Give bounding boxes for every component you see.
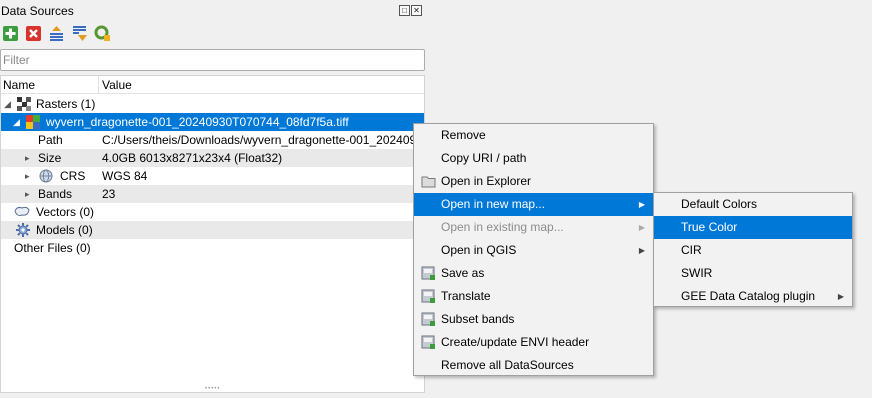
menu-item-remove-all[interactable]: Remove all DataSources [414, 354, 653, 377]
property-label: CRS [60, 169, 86, 183]
menu-item-label: Open in existing map... [441, 220, 564, 234]
menu-item-label: GEE Data Catalog plugin [681, 289, 816, 303]
submenu-item-default-colors[interactable]: Default Colors [654, 193, 852, 216]
menu-item-copy-uri[interactable]: Copy URI / path [414, 147, 653, 170]
submenu-item-true-color[interactable]: True Color [654, 216, 852, 239]
collapsed-arrow-icon[interactable]: ▸ [25, 149, 30, 167]
submenu-arrow-icon: ▶ [837, 292, 844, 301]
tree-item-label: Vectors (0) [36, 205, 95, 219]
menu-item-label: Create/update ENVI header [441, 335, 590, 349]
expanded-arrow-icon[interactable]: ◢ [4, 95, 11, 113]
add-datasource-button[interactable] [2, 25, 19, 42]
column-header-value[interactable]: Value [102, 78, 132, 92]
submenu-item-cir[interactable]: CIR [654, 239, 852, 262]
tree-item-size[interactable]: ▸ Size 4.0GB 6013x8271x23x4 (Float32) [1, 149, 424, 167]
tree-item-models[interactable]: Models (0) [1, 221, 424, 239]
filter-input[interactable] [0, 49, 425, 71]
menu-item-label: Translate [441, 289, 491, 303]
raster-file-icon [26, 115, 40, 129]
property-value: 4.0GB 6013x8271x23x4 (Float32) [102, 151, 283, 165]
menu-item-open-existing-map[interactable]: Open in existing map... ▶ [414, 216, 653, 239]
menu-item-label: Save as [441, 266, 485, 280]
property-label: Bands [38, 187, 73, 201]
menu-item-label: True Color [681, 220, 738, 234]
menu-item-open-explorer[interactable]: Open in Explorer [414, 170, 653, 193]
property-value: C:/Users/theis/Downloads/wyvern_dragonet… [102, 133, 422, 147]
tree-item-label: Other Files (0) [14, 241, 91, 255]
submenu-item-gee-plugin[interactable]: GEE Data Catalog plugin ▶ [654, 285, 852, 308]
panel-title: Data Sources [1, 4, 74, 18]
tree-item-label: wyvern_dragonette-001_20240930T070744_08… [46, 115, 349, 129]
menu-item-label: Open in new map... [441, 197, 546, 211]
menu-item-save-as[interactable]: Save as [414, 262, 653, 285]
panel-title-buttons: □ ✕ [399, 5, 422, 16]
collapsed-arrow-icon[interactable]: ▸ [25, 185, 30, 203]
open-in-new-map-submenu: Default Colors True Color CIR SWIR GEE D… [653, 192, 853, 307]
collapsed-arrow-icon[interactable]: ▸ [25, 167, 30, 185]
raster-header-icon [421, 335, 436, 350]
raster-group-icon [17, 97, 31, 111]
raster-translate-icon [421, 289, 436, 304]
menu-item-label: SWIR [681, 266, 713, 280]
menu-item-label: Default Colors [681, 197, 758, 211]
raster-subset-icon [421, 312, 436, 327]
raster-save-icon [421, 266, 436, 281]
tree-item-bands[interactable]: ▸ Bands 23 [1, 185, 424, 203]
close-panel-icon[interactable]: ✕ [411, 5, 422, 16]
datasource-tree[interactable]: Name Value ◢ Rasters (1) ◢ wyvern_dragon… [0, 75, 425, 393]
tree-item-label: Rasters (1) [36, 97, 96, 111]
menu-item-label: Open in Explorer [441, 174, 532, 188]
toolbar [2, 25, 111, 42]
property-label: Path [38, 133, 63, 147]
menu-item-label: Subset bands [441, 312, 515, 326]
tree-item-path[interactable]: Path C:/Users/theis/Downloads/wyvern_dra… [1, 131, 424, 149]
submenu-item-swir[interactable]: SWIR [654, 262, 852, 285]
menu-item-translate[interactable]: Translate [414, 285, 653, 308]
vector-icon [14, 205, 30, 219]
column-separator [98, 76, 99, 94]
tree-item-label: Models (0) [36, 223, 93, 237]
collapse-tree-button[interactable] [48, 25, 65, 42]
menu-item-label: CIR [681, 243, 702, 257]
data-sources-panel: Data Sources □ ✕ Name Value ◢ [0, 0, 428, 398]
expanded-arrow-icon[interactable]: ◢ [13, 113, 20, 131]
tree-item-crs[interactable]: ▸ CRS WGS 84 [1, 167, 424, 185]
tree-item-raster-file[interactable]: ◢ wyvern_dragonette-001_20240930T070744_… [1, 113, 424, 131]
property-label: Size [38, 151, 62, 165]
tree-item-other-files[interactable]: Other Files (0) [1, 239, 424, 257]
property-value: 23 [102, 187, 116, 201]
menu-item-label: Copy URI / path [441, 151, 527, 165]
menu-item-open-new-map[interactable]: Open in new map... ▶ [414, 193, 653, 216]
menu-item-envi-header[interactable]: Create/update ENVI header [414, 331, 653, 354]
menu-item-open-qgis[interactable]: Open in QGIS ▶ [414, 239, 653, 262]
tree-item-rasters[interactable]: ◢ Rasters (1) [1, 95, 424, 113]
menu-item-label: Open in QGIS [441, 243, 517, 257]
gear-icon [16, 223, 30, 237]
tree-header: Name Value [1, 76, 424, 94]
menu-item-subset-bands[interactable]: Subset bands [414, 308, 653, 331]
menu-item-label: Remove all DataSources [441, 358, 574, 372]
context-menu: Remove Copy URI / path Open in Explorer … [413, 123, 654, 376]
folder-icon [421, 174, 436, 189]
resize-grip-icon[interactable]: ••••• [205, 386, 221, 392]
menu-item-label: Remove [441, 128, 486, 142]
tree-item-vectors[interactable]: Vectors (0) [1, 203, 424, 221]
globe-icon [39, 169, 53, 183]
remove-datasource-button[interactable] [25, 25, 42, 42]
expand-tree-button[interactable] [71, 25, 88, 42]
qgis-icon[interactable] [94, 25, 111, 42]
property-value: WGS 84 [102, 169, 148, 183]
submenu-arrow-icon: ▶ [638, 200, 645, 209]
menu-item-remove[interactable]: Remove [414, 124, 653, 147]
column-header-name[interactable]: Name [3, 78, 35, 92]
float-panel-icon[interactable]: □ [399, 5, 410, 16]
submenu-arrow-icon: ▶ [638, 246, 645, 255]
submenu-arrow-icon: ▶ [638, 223, 645, 232]
